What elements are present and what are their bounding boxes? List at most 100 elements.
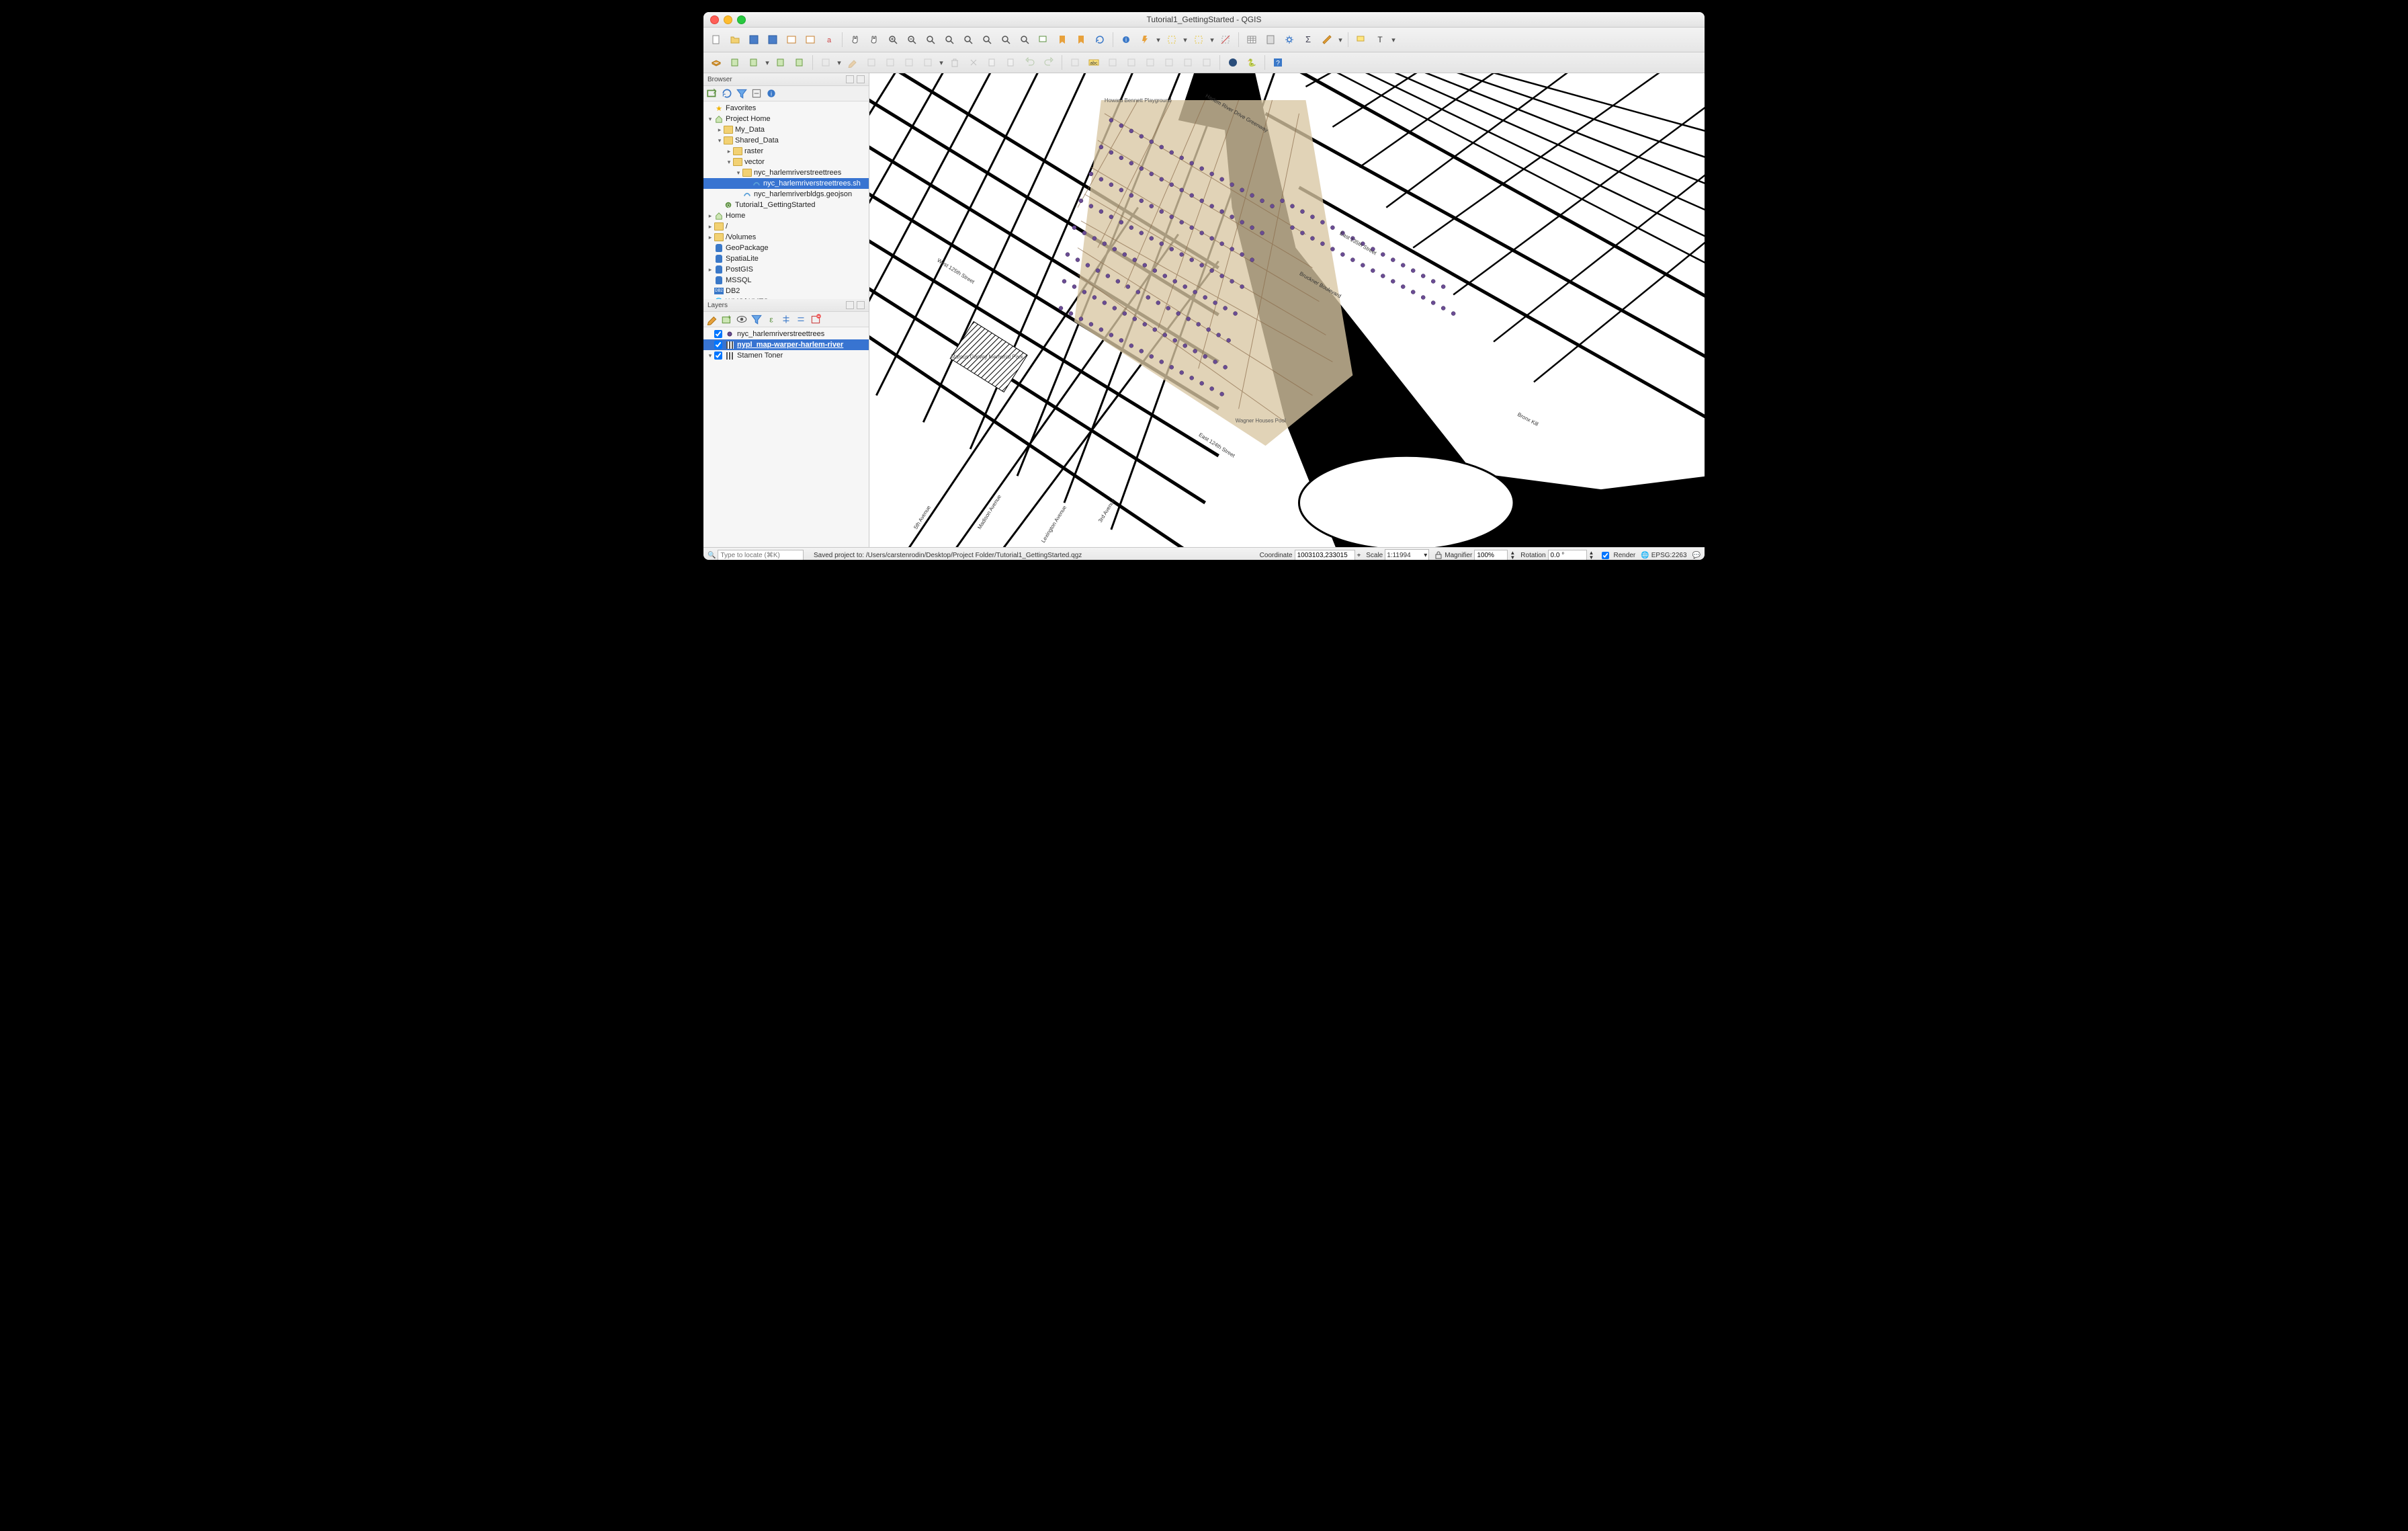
browser-item[interactable]: ▾Project Home — [703, 114, 869, 124]
layer-item[interactable]: ▾Stamen Toner — [703, 350, 869, 361]
rotation-input[interactable] — [1548, 550, 1587, 561]
delete-selected-icon[interactable] — [946, 54, 963, 71]
browser-properties-icon[interactable]: i — [765, 87, 777, 99]
browser-item[interactable]: ▸/ — [703, 221, 869, 232]
toolbox-icon[interactable] — [1281, 31, 1298, 48]
zoom-last-icon[interactable] — [997, 31, 1015, 48]
select-expr-icon[interactable] — [1190, 31, 1207, 48]
pan-icon[interactable] — [847, 31, 864, 48]
new-spatialite-icon[interactable] — [772, 54, 789, 71]
browser-item[interactable]: MSSQL — [703, 275, 869, 286]
disclosure-triangle-icon[interactable]: ▸ — [725, 148, 733, 155]
undo-icon[interactable] — [1021, 54, 1039, 71]
save-as-icon[interactable] — [764, 31, 781, 48]
layers-filter-icon[interactable] — [750, 313, 763, 325]
scale-value[interactable]: 1:11994 — [1387, 552, 1410, 559]
scale-dropdown-icon[interactable]: ▾ — [1424, 552, 1427, 559]
cut-features-icon[interactable] — [965, 54, 982, 71]
select-icon-dropdown[interactable]: ▾ — [1182, 36, 1189, 44]
open-attr-table-icon[interactable] — [1243, 31, 1260, 48]
browser-add-layer-icon[interactable] — [706, 87, 718, 99]
messages-icon[interactable]: 💬 — [1692, 552, 1701, 559]
show-label-icon[interactable] — [1142, 54, 1159, 71]
disclosure-triangle-icon[interactable]: ▾ — [706, 352, 714, 360]
browser-item[interactable]: ▸/Volumes — [703, 232, 869, 243]
layers-add-group-icon[interactable] — [721, 313, 733, 325]
layer-item[interactable]: nyc_harlemriverstreettrees — [703, 329, 869, 339]
label-toolbar-icon[interactable] — [1104, 54, 1121, 71]
layer-visibility-checkbox[interactable] — [714, 351, 722, 360]
zoom-selection-icon[interactable] — [959, 31, 977, 48]
browser-item[interactable]: ▾Shared_Data — [703, 135, 869, 146]
new-bookmark-icon[interactable] — [1054, 31, 1071, 48]
browser-filter-icon[interactable] — [736, 87, 748, 99]
zoom-layer-icon[interactable] — [978, 31, 996, 48]
style-manager-icon[interactable]: a — [820, 31, 838, 48]
disclosure-triangle-icon[interactable]: ▸ — [706, 266, 714, 274]
rotate-label-icon[interactable] — [1179, 54, 1197, 71]
layer-item[interactable]: nypl_map-warper-harlem-river — [703, 339, 869, 350]
annotation-icon-dropdown[interactable]: ▾ — [1390, 36, 1397, 44]
new-print-layout-icon[interactable] — [783, 31, 800, 48]
add-feature-icon[interactable] — [882, 54, 899, 71]
layer-visibility-checkbox[interactable] — [714, 330, 722, 338]
current-edits-icon[interactable] — [817, 54, 834, 71]
node-tool-icon[interactable] — [919, 54, 937, 71]
deselect-all-icon[interactable] — [1217, 31, 1234, 48]
layers-visibility-icon[interactable] — [736, 313, 748, 325]
disclosure-triangle-icon[interactable]: ▾ — [706, 116, 714, 123]
disclosure-triangle-icon[interactable]: ▸ — [706, 223, 714, 231]
browser-undock-button[interactable] — [846, 75, 854, 83]
measure-icon-dropdown[interactable]: ▾ — [1337, 36, 1344, 44]
layers-expand-icon[interactable] — [780, 313, 792, 325]
paste-features-icon[interactable] — [1002, 54, 1020, 71]
layers-undock-button[interactable] — [846, 301, 854, 309]
digitize-shape-icon[interactable] — [1066, 54, 1084, 71]
node-tool-icon-dropdown[interactable]: ▾ — [938, 58, 945, 67]
layers-tree[interactable]: nyc_harlemriverstreettreesnypl_map-warpe… — [703, 327, 869, 547]
layer-visibility-checkbox[interactable] — [714, 341, 722, 349]
show-layout-manager-icon[interactable] — [802, 31, 819, 48]
browser-item[interactable]: ▾vector — [703, 157, 869, 167]
zoom-full-icon[interactable] — [941, 31, 958, 48]
disclosure-triangle-icon[interactable]: ▾ — [734, 169, 742, 177]
layers-style-icon[interactable] — [706, 313, 718, 325]
action-icon[interactable] — [1136, 31, 1154, 48]
refresh-icon[interactable] — [1091, 31, 1109, 48]
new-shapefile-icon[interactable] — [745, 54, 763, 71]
save-project-icon[interactable] — [745, 31, 763, 48]
help-icon[interactable]: ? — [1269, 54, 1287, 71]
disclosure-triangle-icon[interactable]: ▾ — [725, 159, 733, 166]
toggle-editing-icon[interactable] — [844, 54, 861, 71]
browser-item[interactable]: SpatiaLite — [703, 253, 869, 264]
copy-features-icon[interactable] — [984, 54, 1001, 71]
crs-icon[interactable]: 🌐 — [1641, 552, 1649, 559]
disclosure-triangle-icon[interactable]: ▸ — [706, 234, 714, 241]
map-tips-icon[interactable] — [1352, 31, 1370, 48]
move-label-icon[interactable] — [1160, 54, 1178, 71]
zoom-next-icon[interactable] — [1016, 31, 1033, 48]
browser-item[interactable]: nyc_harlemriverbldgs.geojson — [703, 189, 869, 200]
identify-icon[interactable]: i — [1117, 31, 1135, 48]
move-feature-icon[interactable] — [900, 54, 918, 71]
browser-item[interactable]: ▸raster — [703, 146, 869, 157]
data-source-manager-icon[interactable] — [707, 54, 725, 71]
python-console-icon[interactable]: 🐍 — [1243, 54, 1260, 71]
pin-label-icon[interactable] — [1123, 54, 1140, 71]
browser-item[interactable]: QTutorial1_GettingStarted — [703, 200, 869, 210]
browser-item[interactable]: DB2DB2 — [703, 286, 869, 296]
lock-icon[interactable] — [1434, 551, 1443, 559]
map-canvas[interactable]: Marcus Garvey Memorial Park Howard Benne… — [869, 73, 1705, 547]
browser-item[interactable]: ▸PostGIS — [703, 264, 869, 275]
select-icon[interactable] — [1163, 31, 1180, 48]
current-edits-icon-dropdown[interactable]: ▾ — [836, 58, 843, 67]
save-edits-icon[interactable] — [863, 54, 880, 71]
locator-input[interactable] — [718, 550, 804, 561]
browser-item[interactable]: ▸My_Data — [703, 124, 869, 135]
browser-close-button[interactable] — [857, 75, 865, 83]
browser-item[interactable]: ▸Home — [703, 210, 869, 221]
browser-item[interactable]: ▾nyc_harlemriverstreettrees — [703, 167, 869, 178]
change-label-icon[interactable] — [1198, 54, 1215, 71]
zoom-native-icon[interactable] — [922, 31, 939, 48]
new-map-view-icon[interactable] — [1035, 31, 1052, 48]
